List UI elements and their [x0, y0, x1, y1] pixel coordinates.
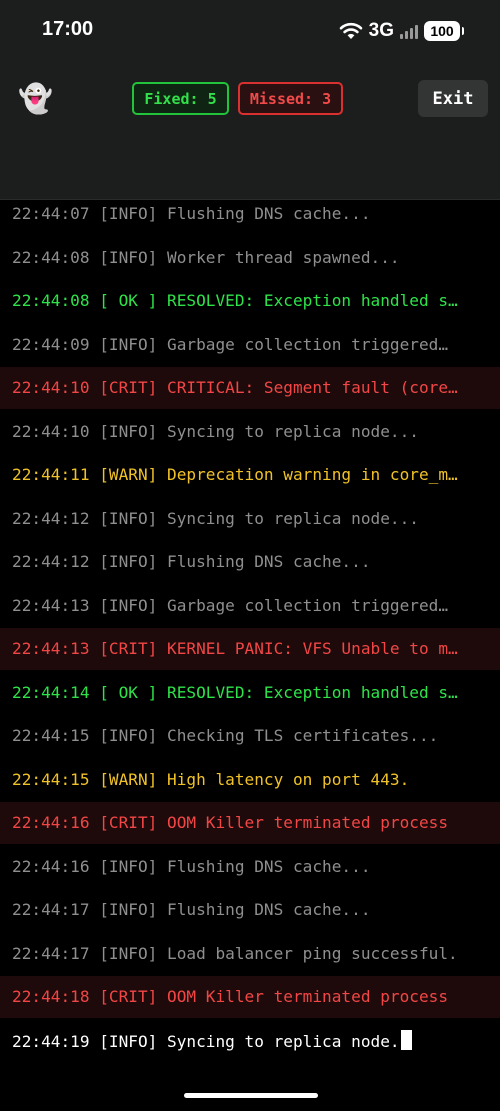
fixed-counter-badge: Fixed: 5 — [132, 82, 229, 115]
log-line-text: 22:44:19 [INFO] Syncing to replica node. — [12, 1031, 400, 1051]
log-line: 22:44:13 [INFO] Garbage collection trigg… — [0, 585, 500, 627]
log-line-text: 22:44:13 [INFO] Garbage collection trigg… — [12, 595, 449, 615]
log-line: 22:44:10 [INFO] Syncing to replica node.… — [0, 411, 500, 453]
log-line-text: 22:44:17 [INFO] Flushing DNS cache... — [12, 900, 371, 919]
log-line: 22:44:07 [INFO] Flushing DNS cache... — [0, 193, 500, 235]
log-line: 22:44:15 [WARN] High latency on port 443… — [0, 759, 500, 801]
log-line: 22:44:15 [INFO] Checking TLS certificate… — [0, 715, 500, 757]
status-time: 17:00 — [42, 18, 94, 40]
log-line-text: 22:44:11 [WARN] Deprecation warning in c… — [12, 465, 458, 484]
log-line[interactable]: 22:44:13 [CRIT] KERNEL PANIC: VFS Unable… — [0, 628, 500, 670]
missed-counter-badge: Missed: 3 — [238, 82, 343, 115]
log-line: 22:44:08 [ OK ] RESOLVED: Exception hand… — [0, 280, 500, 322]
log-line-text: 22:44:15 [INFO] Checking TLS certificate… — [12, 726, 439, 745]
log-line: 22:44:12 [INFO] Syncing to replica node.… — [0, 498, 500, 540]
text-cursor — [400, 1029, 412, 1050]
log-line: 22:44:19 [INFO] Syncing to replica node. — [0, 1020, 500, 1064]
log-line: 22:44:14 [ OK ] RESOLVED: Exception hand… — [0, 672, 500, 714]
log-line[interactable]: 22:44:18 [CRIT] OOM Killer terminated pr… — [0, 976, 500, 1018]
log-line-text: 22:44:13 [CRIT] KERNEL PANIC: VFS Unable… — [12, 639, 458, 658]
wifi-icon — [339, 22, 363, 40]
log-line-text: 22:44:07 [INFO] Flushing DNS cache... — [12, 204, 371, 223]
status-bar: 17:00 3G 100 — [0, 0, 500, 62]
log-line-text: 22:44:08 [ OK ] RESOLVED: Exception hand… — [12, 291, 458, 310]
log-line-text: 22:44:16 [INFO] Flushing DNS cache... — [12, 856, 371, 876]
battery-icon: 100 — [424, 21, 464, 41]
log-line-text: 22:44:10 [CRIT] CRITICAL: Segment fault … — [12, 378, 458, 397]
log-console[interactable]: 22:44:07 [INFO] Flushing DNS cache... 22:… — [0, 193, 500, 1063]
log-line-text: 22:44:10 [INFO] Syncing to replica node.… — [12, 421, 419, 441]
signal-icon — [400, 23, 418, 39]
log-line-text: 22:44:14 [ OK ] RESOLVED: Exception hand… — [12, 682, 458, 702]
exit-button[interactable]: Exit — [418, 80, 488, 117]
log-line-text: 22:44:16 [CRIT] OOM Killer terminated pr… — [12, 813, 449, 832]
log-line[interactable]: 22:44:16 [CRIT] OOM Killer terminated pr… — [0, 802, 500, 844]
log-line-text: 22:44:17 [INFO] Load balancer ping succe… — [12, 943, 458, 963]
ghost-icon: 👻 — [18, 82, 53, 115]
home-indicator[interactable] — [184, 1093, 318, 1098]
log-line[interactable]: 22:44:10 [CRIT] CRITICAL: Segment fault … — [0, 367, 500, 409]
log-line: 22:44:08 [INFO] Worker thread spawned... — [0, 237, 500, 279]
log-line: 22:44:17 [INFO] Load balancer ping succe… — [0, 933, 500, 975]
log-line-text: 22:44:18 [CRIT] OOM Killer terminated pr… — [12, 987, 449, 1006]
log-line: 22:44:12 [INFO] Flushing DNS cache... — [0, 541, 500, 583]
log-line-text: 22:44:08 [INFO] Worker thread spawned... — [12, 247, 400, 267]
log-line: 22:44:11 [WARN] Deprecation warning in c… — [0, 454, 500, 496]
log-line: 22:44:17 [INFO] Flushing DNS cache... — [0, 889, 500, 931]
log-line: 22:44:09 [INFO] Garbage collection trigg… — [0, 324, 500, 366]
log-line-text: 22:44:12 [INFO] Flushing DNS cache... — [12, 552, 371, 571]
network-type: 3G — [368, 20, 394, 41]
log-line-text: 22:44:15 [WARN] High latency on port 443… — [12, 769, 410, 789]
log-line-text: 22:44:12 [INFO] Syncing to replica node.… — [12, 508, 419, 528]
log-line-text: 22:44:09 [INFO] Garbage collection trigg… — [12, 334, 449, 354]
status-icons: 3G 100 — [339, 20, 464, 42]
log-line: 22:44:16 [INFO] Flushing DNS cache... — [0, 846, 500, 888]
